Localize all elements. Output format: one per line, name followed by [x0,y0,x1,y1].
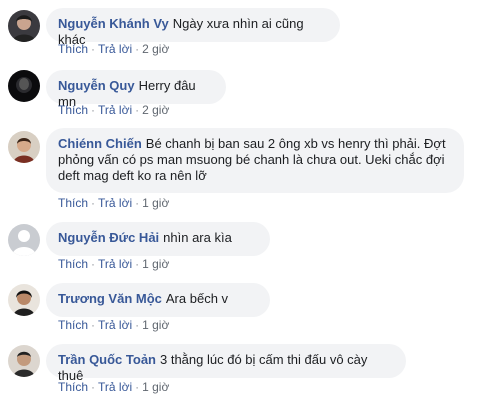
comment-actions: Thích · Trả lời · 2 giờ [58,103,169,117]
separator: · [91,42,96,56]
separator: · [135,380,140,394]
avatar[interactable] [8,10,40,42]
comment-bubble: Chiénn Chiến Bé chanh bị ban sau 2 ông xb… [46,128,464,193]
reply-link[interactable]: Trả lời [98,318,132,332]
avatar[interactable] [8,131,40,163]
comment-actions: Thích · Trả lời · 1 giờ [58,318,169,332]
comment-actions: Thích · Trả lời · 2 giờ [58,42,169,56]
like-link[interactable]: Thích [58,257,88,271]
avatar[interactable] [8,70,40,102]
comment-timestamp[interactable]: 2 giờ [142,103,169,117]
reply-link[interactable]: Trả lời [98,257,132,271]
avatar-photo-icon [8,284,40,316]
comment-author[interactable]: Chiénn Chiến [58,136,142,151]
comment-actions: Thích · Trả lời · 1 giờ [58,196,169,210]
avatar-photo-icon [8,70,40,102]
like-link[interactable]: Thích [58,380,88,394]
separator: · [91,257,96,271]
default-avatar-icon [8,224,40,256]
reply-link[interactable]: Trả lời [98,196,132,210]
comment-bubble: Nguyễn Đức Hải nhìn ara kìa [46,222,270,256]
comment-timestamp[interactable]: 1 giờ [142,257,169,271]
comment-author[interactable]: Nguyễn Đức Hải [58,230,159,245]
comment-bubble: Nguyễn Khánh Vy Ngày xưa nhìn ai cũng khá… [46,8,340,47]
avatar[interactable] [8,284,40,316]
separator: · [135,103,140,117]
comment-author[interactable]: Nguyễn Khánh Vy [58,16,169,31]
comment-text: Ara bếch v [165,291,229,306]
comment-author[interactable]: Trương Văn Mộc [58,291,162,306]
avatar-photo-icon [8,131,40,163]
comment-timestamp[interactable]: 1 giờ [142,318,169,332]
separator: · [135,318,140,332]
separator: · [135,257,140,271]
comment-timestamp[interactable]: 2 giờ [142,42,169,56]
separator: · [91,103,96,117]
comment-author[interactable]: Nguyễn Quy [58,78,135,93]
comment-bubble: Nguyễn Quy Herry đâu mn [46,70,226,109]
avatar[interactable] [8,345,40,377]
separator: · [91,318,96,332]
reply-link[interactable]: Trả lời [98,103,132,117]
comment-author[interactable]: Trần Quốc Toản [58,352,156,367]
like-link[interactable]: Thích [58,196,88,210]
comment-timestamp[interactable]: 1 giờ [142,196,169,210]
separator: · [91,380,96,394]
avatar[interactable] [8,224,40,256]
like-link[interactable]: Thích [58,318,88,332]
separator: · [135,42,140,56]
comment-timestamp[interactable]: 1 giờ [142,380,169,394]
reply-link[interactable]: Trả lời [98,42,132,56]
comment-bubble: Trương Văn Mộc Ara bếch v [46,283,270,317]
comment-bubble: Trần Quốc Toản 3 thằng lúc đó bị cấm thi … [46,344,406,383]
avatar-photo-icon [8,10,40,42]
avatar-photo-icon [8,345,40,377]
comment-text: nhìn ara kìa [163,230,232,245]
comment-actions: Thích · Trả lời · 1 giờ [58,257,169,271]
comment-actions: Thích · Trả lời · 1 giờ [58,380,169,394]
reply-link[interactable]: Trả lời [98,380,132,394]
separator: · [135,196,140,210]
separator: · [91,196,96,210]
like-link[interactable]: Thích [58,42,88,56]
like-link[interactable]: Thích [58,103,88,117]
